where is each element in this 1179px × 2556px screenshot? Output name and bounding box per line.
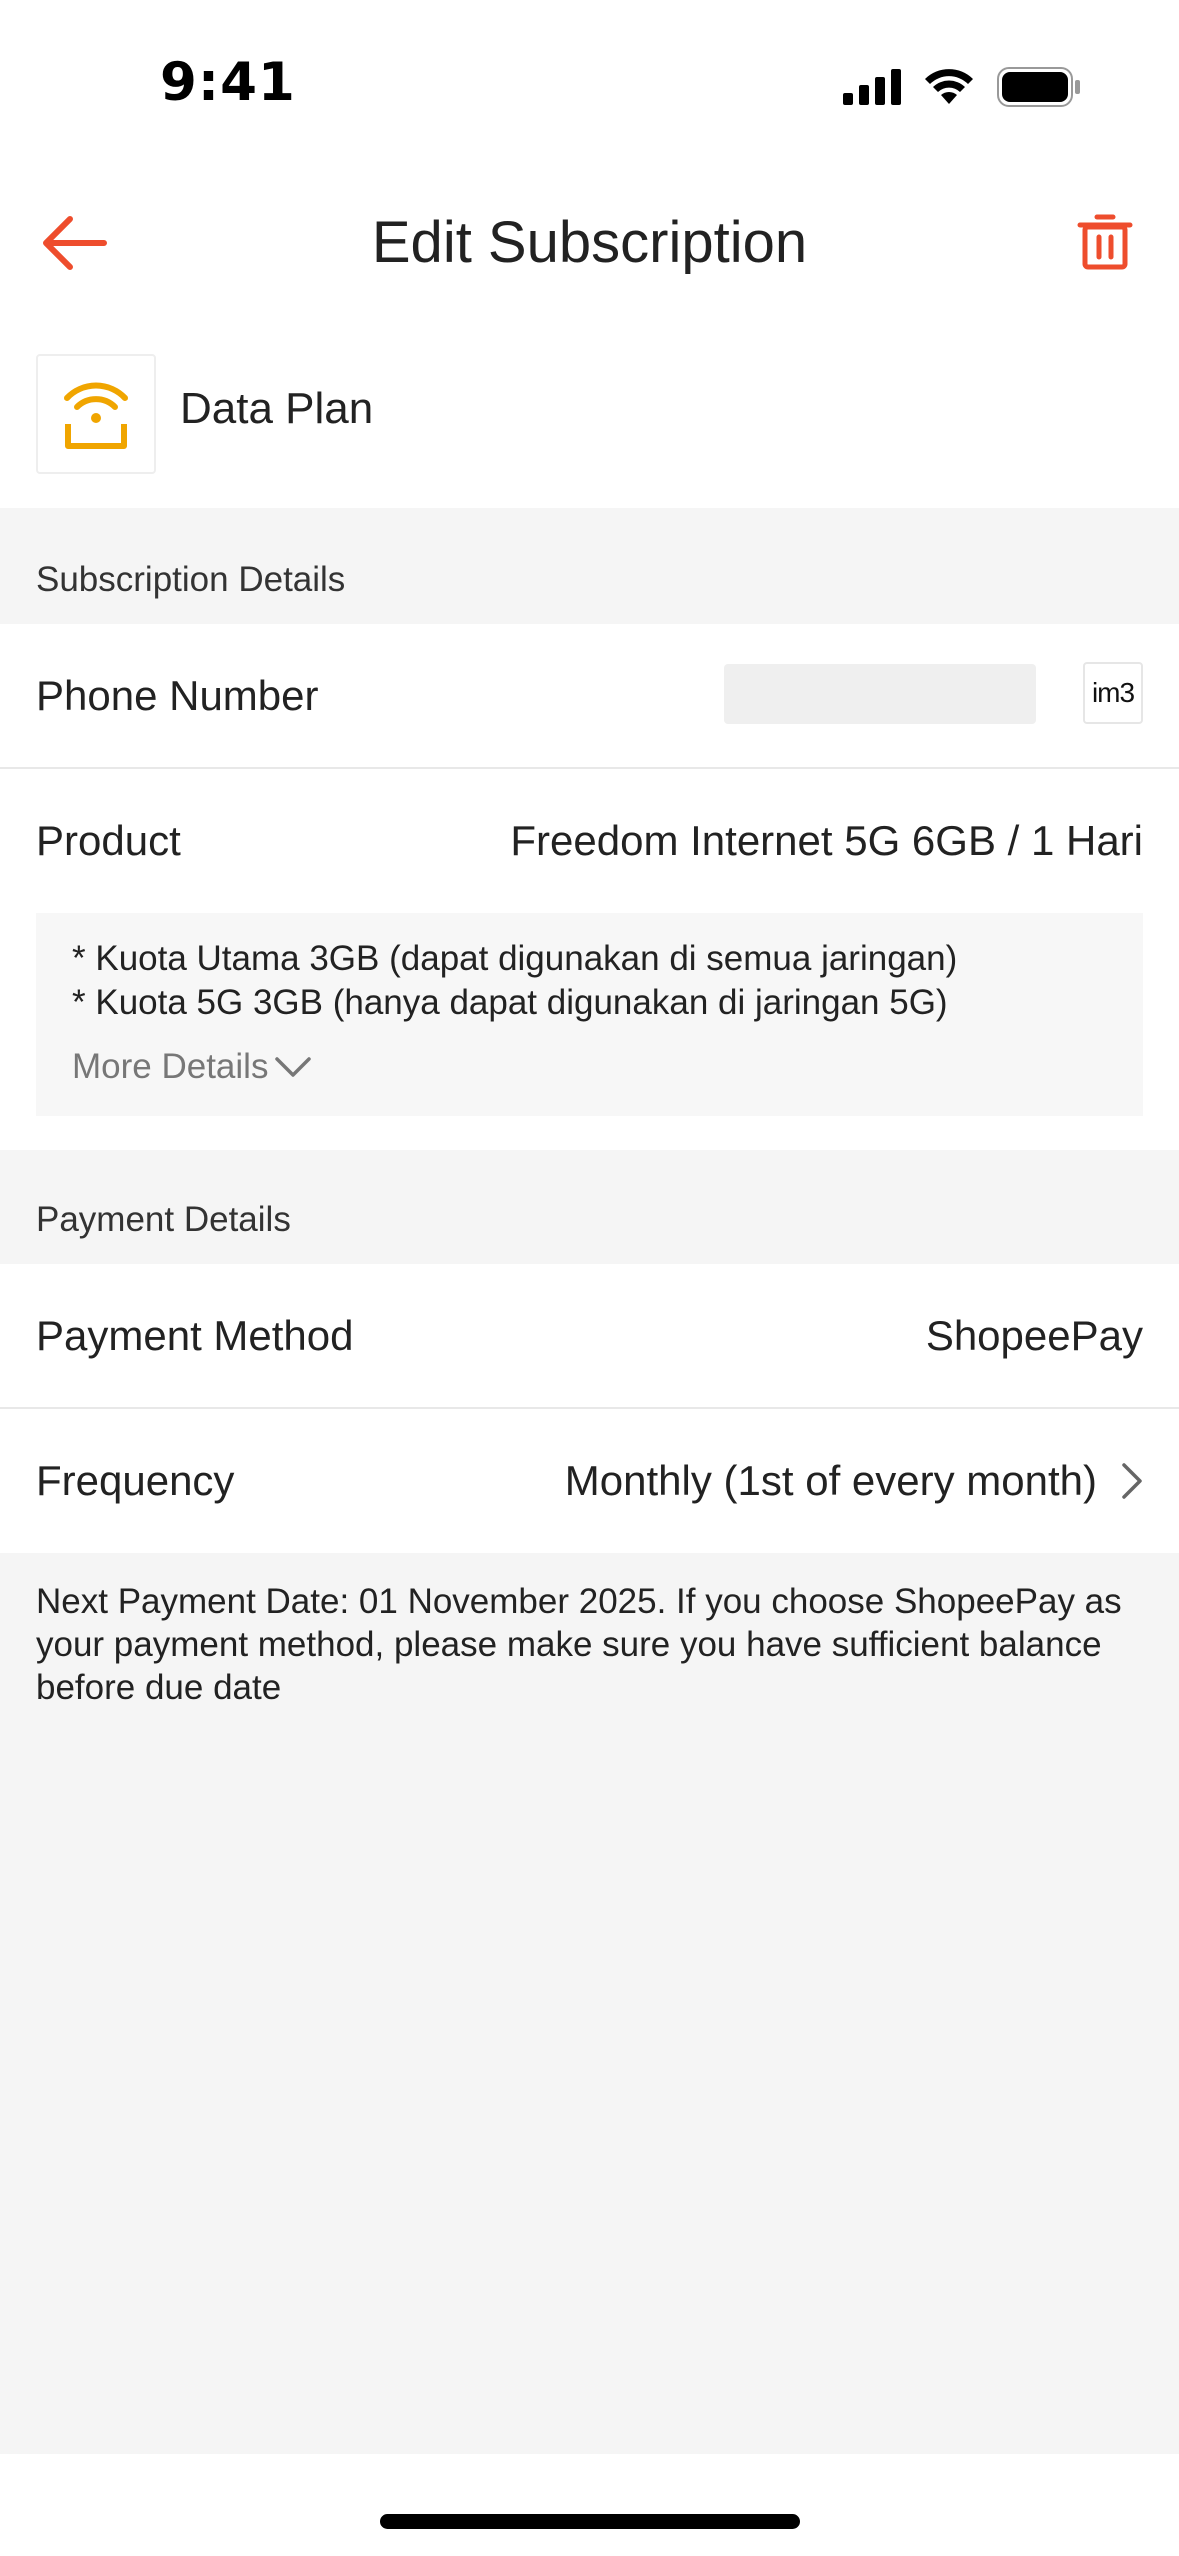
product-detail-area: * Kuota Utama 3GB (dapat digunakan di se…	[0, 913, 1179, 1150]
page-title: Edit Subscription	[371, 210, 808, 275]
phone-number-label: Phone Number	[36, 672, 319, 719]
detail-line-2: * Kuota 5G 3GB (hanya dapat digunakan di…	[72, 983, 948, 1022]
status-icons	[843, 66, 1081, 108]
battery-icon	[997, 67, 1080, 107]
payment-method-label: Payment Method	[36, 1312, 354, 1359]
chevron-down-icon	[275, 1057, 312, 1077]
payment-details-title: Payment Details	[36, 1200, 291, 1239]
wifi-router-icon	[64, 382, 128, 449]
product-value: Freedom Internet 5G 6GB / 1 Hari	[510, 817, 1143, 864]
detail-line-1: * Kuota Utama 3GB (dapat digunakan di se…	[72, 939, 958, 978]
wifi-icon	[925, 69, 973, 104]
next-payment-note: Next Payment Date: 01 November 2025. If …	[36, 1582, 1122, 1707]
delete-button[interactable]	[1067, 201, 1143, 281]
subscription-details-title: Subscription Details	[36, 560, 346, 599]
phone-number-row[interactable]: Phone Number im3	[0, 624, 1179, 768]
home-indicator[interactable]	[380, 2514, 800, 2529]
cellular-signal-icon	[843, 69, 901, 105]
payment-details-header: Payment Details	[0, 1150, 1179, 1264]
payment-method-value: ShopeePay	[925, 1312, 1143, 1359]
phone-number-value	[724, 664, 1036, 724]
product-label: Product	[36, 817, 181, 864]
frequency-value: Monthly (1st of every month)	[564, 1457, 1097, 1504]
more-details-button[interactable]: More Details	[72, 1047, 312, 1087]
product-name: Data Plan	[180, 384, 374, 433]
trash-icon	[1077, 214, 1133, 270]
subscription-details-header: Subscription Details	[0, 508, 1179, 624]
product-detail-box: * Kuota Utama 3GB (dapat digunakan di se…	[36, 913, 1143, 1116]
frequency-row[interactable]: Frequency Monthly (1st of every month)	[0, 1409, 1179, 1553]
operator-logo: im3	[1083, 662, 1143, 724]
chevron-right-icon	[1121, 1462, 1143, 1500]
more-details-label: More Details	[72, 1047, 269, 1086]
status-bar: 9:41	[0, 0, 1179, 175]
product-icon-box	[36, 354, 156, 474]
frequency-label: Frequency	[36, 1457, 235, 1504]
home-bar-area	[0, 2454, 1179, 2556]
status-time: 9:41	[160, 52, 296, 113]
payment-method-row[interactable]: Payment Method ShopeePay	[0, 1264, 1179, 1408]
edit-subscription-screen: 9:41 Edit Subscription Data Plan Subscri…	[0, 0, 1179, 2556]
product-header: Data Plan	[0, 312, 1179, 508]
product-row: Product Freedom Internet 5G 6GB / 1 Hari	[0, 769, 1179, 913]
nav-bar: Edit Subscription	[0, 175, 1179, 312]
